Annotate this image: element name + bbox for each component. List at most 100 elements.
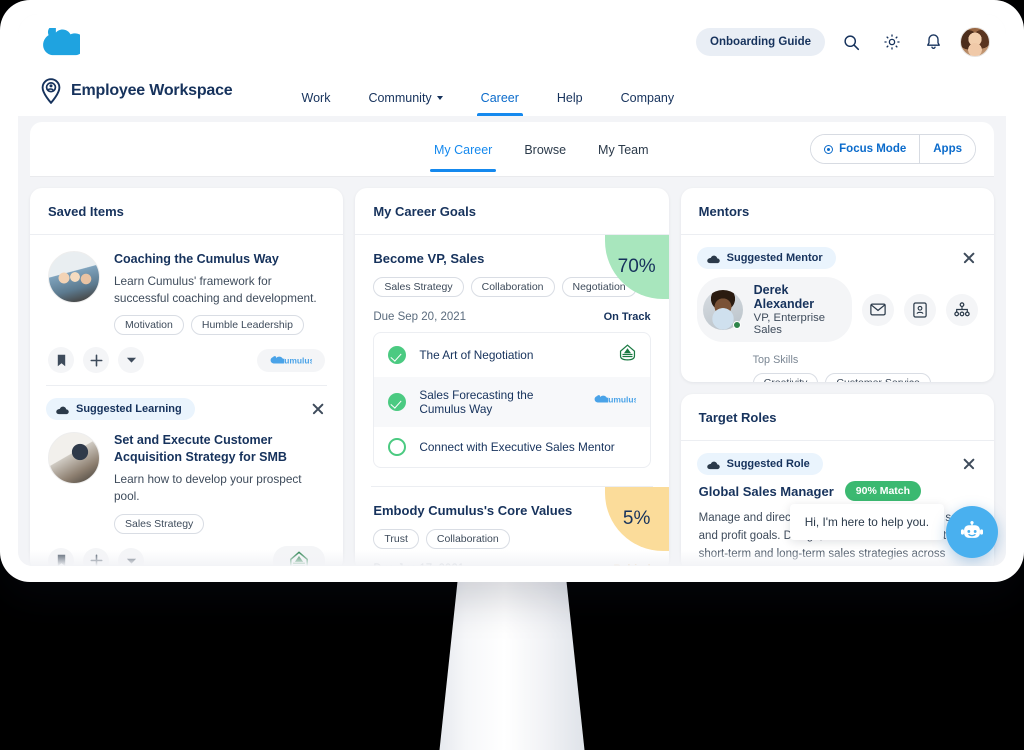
tag[interactable]: Sales Strategy [373,277,464,297]
einstein-icon [56,406,69,414]
suggested-label: Suggested Learning [76,403,182,416]
due-row: Due Jun 17, 2021 Behind [373,563,650,566]
avatar[interactable] [960,27,990,57]
apps-button[interactable]: Apps [920,135,975,163]
card-header: My Career Goals [355,188,669,235]
task-row[interactable]: Sales Forecasting the Cumulus Way umulus [374,377,650,427]
check-icon[interactable] [388,346,407,364]
tag[interactable]: Sales Strategy [114,513,205,534]
onboarding-guide-button[interactable]: Onboarding Guide [696,28,825,56]
task-label: Sales Forecasting the Cumulus Way [419,388,534,416]
svg-text:umulus: umulus [285,355,313,365]
monitor-stand [439,560,585,750]
nav-items: Work Community Career Help Company [283,91,694,116]
tag[interactable]: Humble Leadership [190,315,304,336]
close-icon[interactable] [960,249,978,267]
task-row[interactable]: The Art of Negotiation [374,333,649,377]
suggested-label: Suggested Role [726,458,810,471]
column-saved-items: Saved Items Coaching the Cumulus Way Lea… [30,188,344,566]
nav-item-work[interactable]: Work [283,91,350,116]
skill-tag[interactable]: Customer Service [825,373,931,383]
due-date: Due Jun 17, 2021 [373,563,464,566]
chatbot-icon [960,520,984,538]
bell-icon[interactable] [918,27,948,57]
tag[interactable]: Motivation [114,315,184,336]
item-actions [48,545,326,566]
nav-item-help[interactable]: Help [538,91,602,116]
item-description: Learn how to develop your prospect pool. [114,472,302,503]
chevron-down-icon[interactable] [118,547,144,566]
tag[interactable]: Trust [373,529,419,549]
chevron-down-icon[interactable] [118,347,144,374]
card-header: Target Roles [680,394,994,442]
add-icon[interactable] [83,347,109,374]
saved-item[interactable]: Set and Execute Customer Acquisition Str… [30,424,343,566]
circle-icon[interactable] [388,438,407,456]
brand-title: Employee Workspace [71,82,233,99]
mentors-card: Mentors Suggested Mentor Derek Alexander [680,188,994,383]
career-goals-card: My Career Goals 70% Become VP, Sales Sal… [355,188,669,566]
suggested-mentor-header: Suggested Mentor [681,235,994,273]
einstein-icon [706,461,720,469]
item-actions: umulus [48,347,326,374]
saved-items-card: Saved Items Coaching the Cumulus Way Lea… [30,188,344,566]
check-icon[interactable] [388,393,407,411]
item-description: Learn Cumulus' framework for successful … [114,273,317,305]
tag[interactable]: Collaboration [425,529,510,549]
segmented-control: Focus Mode Apps [810,134,976,164]
green-tree-logo [273,545,326,566]
nav-item-company[interactable]: Company [602,91,694,116]
tag-list: Motivation Humble Leadership [114,315,325,336]
bookmark-icon[interactable] [48,547,74,566]
skill-list: Creativity Customer Service Empathy [681,366,994,383]
cumulus-logo: umulus [257,348,326,372]
role-title: Global Sales Manager [698,483,834,499]
mentor-profile[interactable]: Derek Alexander VP, Enterprise Sales [696,277,852,342]
close-icon[interactable] [960,455,978,473]
status-badge: Behind [613,563,650,566]
suggested-badge: Suggested Learning [46,398,195,421]
task-label: Connect with Executive Sales Mentor [419,440,615,454]
nav-item-career[interactable]: Career [462,91,538,116]
goal: 70% Become VP, Sales Sales Strategy Coll… [355,235,669,478]
gear-icon[interactable] [877,27,907,57]
id-badge-icon[interactable] [903,293,936,326]
location-pin-icon [41,78,61,104]
saved-item[interactable]: Coaching the Cumulus Way Learn Cumulus' … [30,235,343,385]
chatbot-button[interactable] [946,506,998,558]
mentor-row: Derek Alexander VP, Enterprise Sales [681,273,994,352]
bookmark-icon[interactable] [48,347,74,374]
org-chart-icon[interactable] [945,293,978,326]
tab-my-team[interactable]: My Team [582,127,664,172]
page-title: Target Roles [698,410,777,426]
focus-mode-button[interactable]: Focus Mode [811,135,920,163]
task-row[interactable]: Connect with Executive Sales Mentor [374,427,649,467]
goal: 5% Embody Cumulus's Core Values Trust Co… [355,487,669,566]
green-tree-logo [619,344,636,366]
close-icon[interactable] [309,400,327,418]
focus-dot-icon [824,144,834,154]
course-thumbnail [48,432,100,485]
tag[interactable]: Collaboration [470,277,555,297]
cumulus-logo: umulus [594,393,638,411]
search-icon[interactable] [836,27,866,57]
email-icon[interactable] [861,293,894,326]
card-header: Mentors [680,188,994,235]
add-icon[interactable] [83,547,109,566]
nav-item-community[interactable]: Community [349,91,461,116]
status-badge: On Track [603,311,651,323]
match-badge: 90% Match [844,481,922,502]
salesforce-cloud-logo[interactable] [40,28,80,56]
einstein-icon [706,255,720,263]
skill-tag[interactable]: Creativity [752,373,819,383]
column-career-goals: My Career Goals 70% Become VP, Sales Sal… [355,188,669,566]
sub-tabs: My Career Browse My Team [418,127,665,172]
nav-label: Career [480,91,519,105]
page-title: Mentors [698,204,750,219]
item-title: Set and Execute Customer Acquisition Str… [114,433,287,465]
brand[interactable]: Employee Workspace [40,78,233,116]
suggested-role-header: Suggested Role [681,441,994,479]
tab-my-career[interactable]: My Career [418,127,508,172]
tab-browse[interactable]: Browse [508,127,582,172]
course-thumbnail [48,251,100,303]
